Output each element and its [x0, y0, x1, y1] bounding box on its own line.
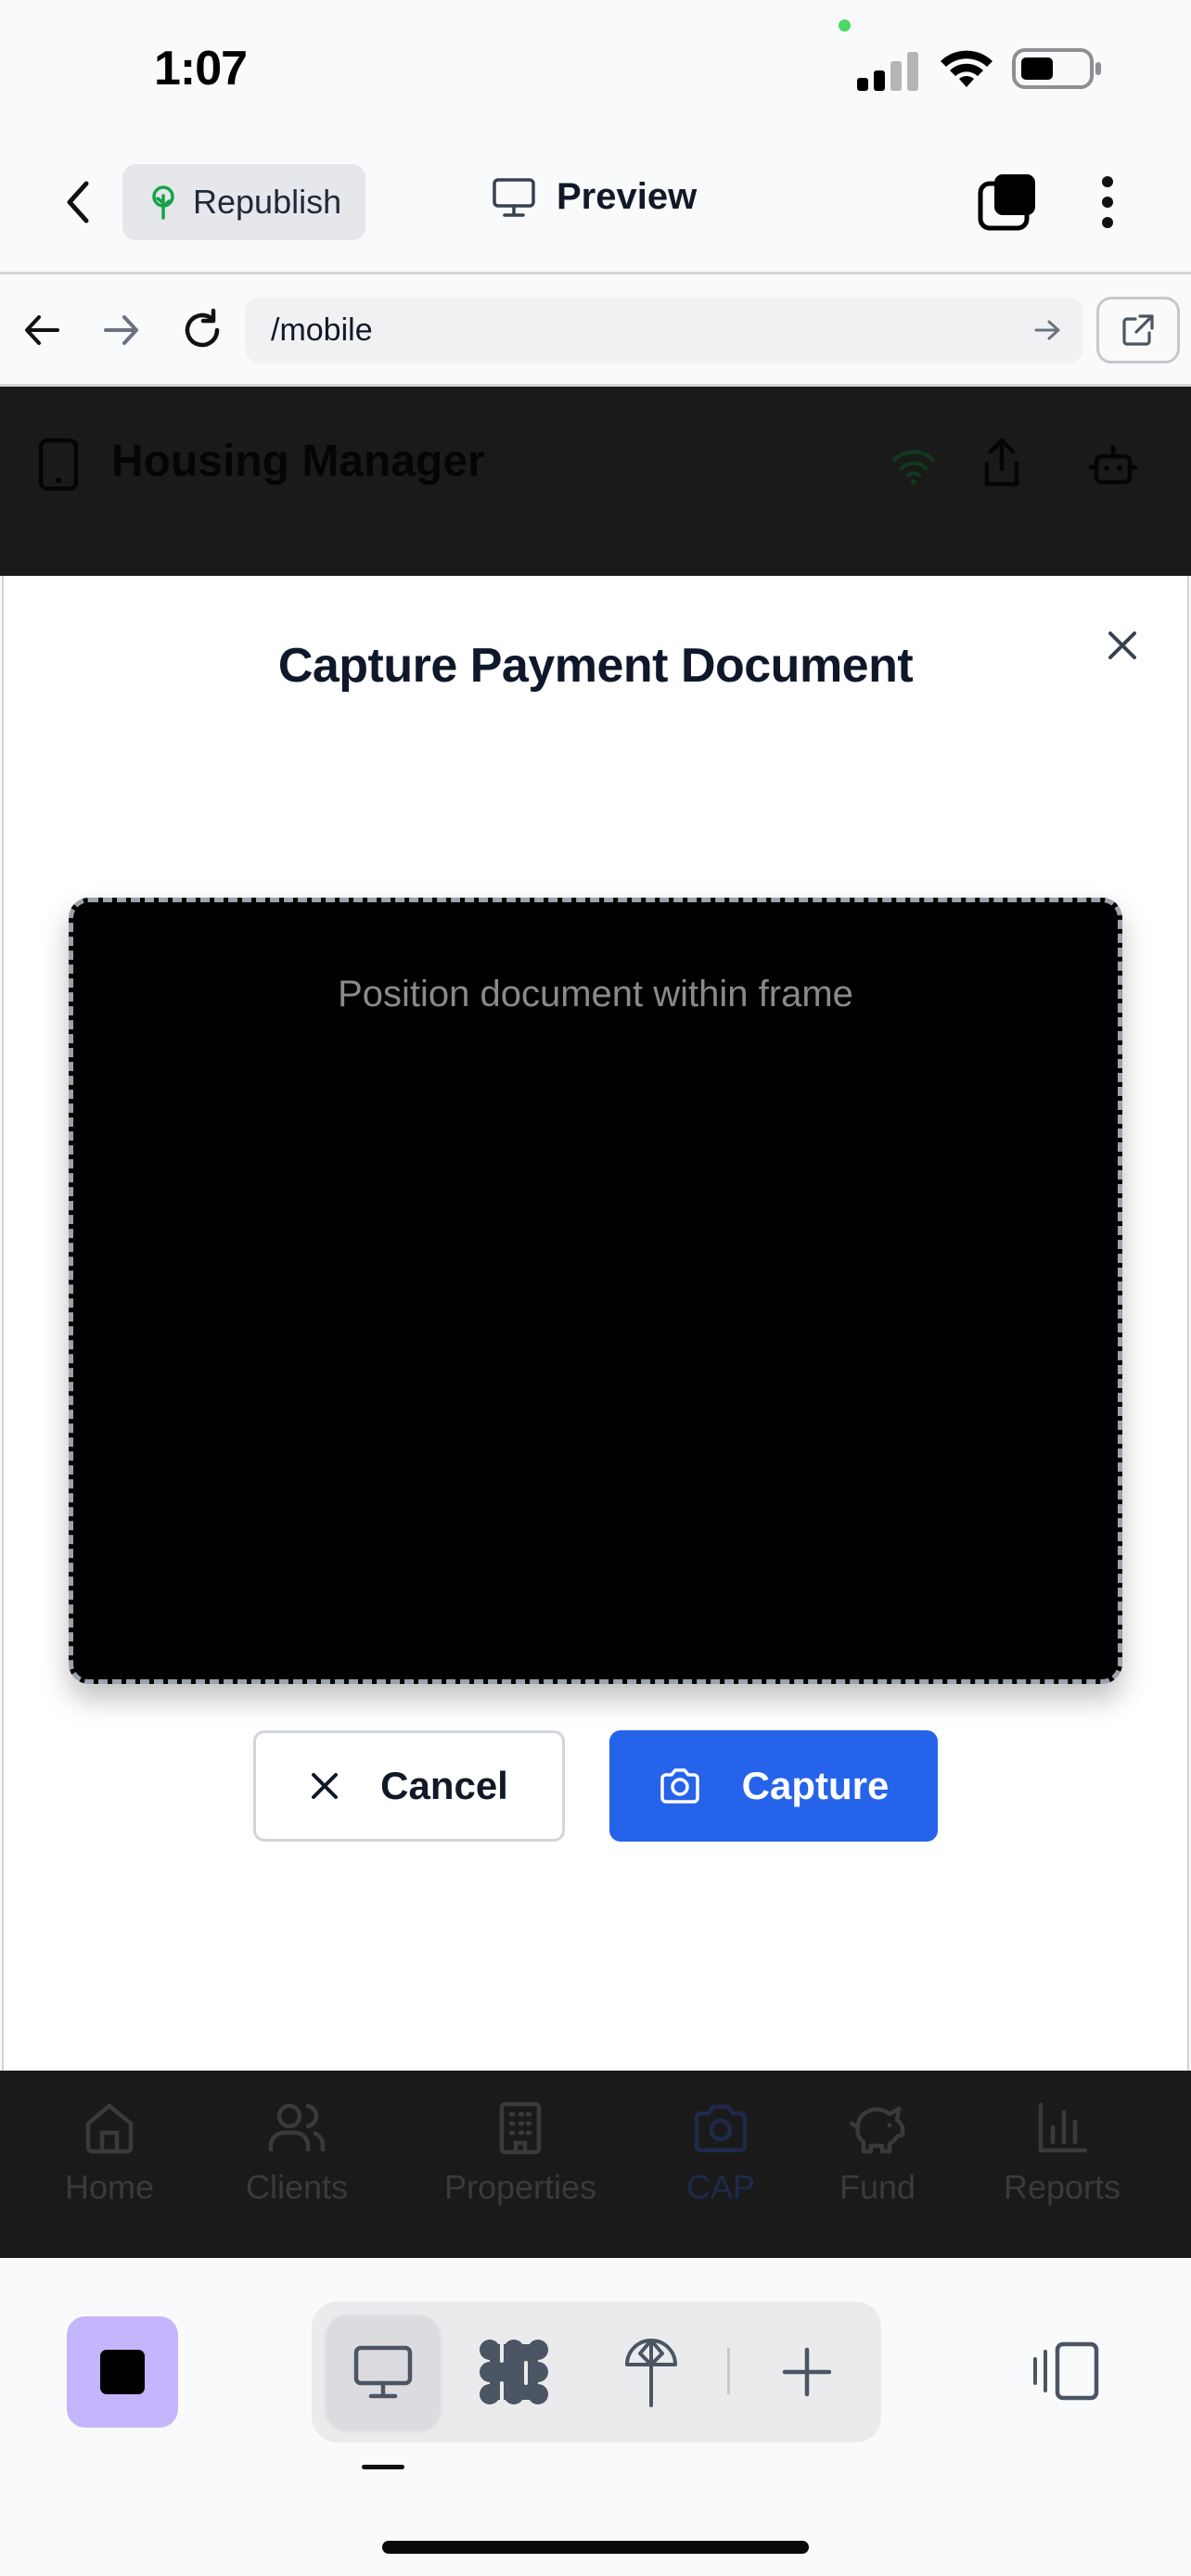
cancel-label: Cancel [380, 1764, 508, 1807]
toolbar-divider [0, 272, 1191, 274]
cancel-button[interactable]: Cancel [253, 1730, 565, 1842]
home-indicator [382, 2541, 809, 2554]
url-input[interactable]: /mobile [245, 297, 1083, 363]
components-button[interactable] [477, 2337, 551, 2407]
preview-toggle[interactable]: Preview [492, 176, 697, 218]
chevron-left-icon [67, 181, 89, 223]
add-button[interactable] [781, 2346, 833, 2398]
republish-label: Republish [193, 183, 342, 221]
nav-label-cap: CAP [685, 2168, 756, 2206]
republish-button[interactable]: Republish [122, 164, 365, 240]
modal-title: Capture Payment Document [277, 639, 914, 693]
plus-icon [782, 2347, 832, 2397]
nav-label-home: Home [64, 2168, 155, 2206]
capture-button[interactable]: Capture [609, 1730, 938, 1842]
nav-item-properties[interactable]: Properties [429, 2101, 612, 2207]
monitor-icon [493, 177, 535, 217]
app-title: Housing Manager [111, 437, 485, 486]
more-options-button[interactable] [1087, 172, 1128, 232]
nav-item-home[interactable]: Home [48, 2101, 171, 2207]
nav-label-reports: Reports [1003, 2168, 1121, 2206]
publish-tree-button[interactable] [623, 2335, 679, 2409]
battery-icon [1012, 48, 1101, 89]
wifi-icon [941, 50, 992, 87]
users-icon [268, 2103, 326, 2151]
nav-label-properties: Properties [443, 2168, 597, 2206]
url-text: /mobile [271, 312, 373, 348]
desktop-view-button[interactable] [327, 2315, 440, 2429]
capture-label: Capture [741, 1764, 890, 1807]
camera-icon [660, 1768, 699, 1804]
arrow-left-icon [25, 315, 59, 345]
device-frame-icon [1033, 2341, 1099, 2401]
device-frame-button[interactable] [1031, 2340, 1102, 2402]
arrow-right-icon [104, 315, 138, 345]
bar-chart-icon [1038, 2102, 1088, 2153]
nav-item-clients[interactable]: Clients [232, 2101, 362, 2207]
wifi-status-icon [892, 450, 935, 485]
tree-icon [625, 2339, 677, 2407]
browser-forward-button[interactable] [100, 310, 147, 351]
status-time: 1:07 [154, 42, 248, 96]
stop-icon [100, 2350, 145, 2394]
nav-item-cap[interactable]: CAP [674, 2101, 767, 2207]
tabs-button[interactable] [978, 172, 1039, 232]
home-icon [85, 2103, 134, 2154]
external-link-icon [1122, 314, 1154, 346]
smartphone-icon [38, 438, 79, 491]
back-button[interactable] [58, 176, 98, 228]
open-external-button[interactable] [1096, 297, 1180, 363]
active-tool-indicator [362, 2465, 404, 2469]
tree-icon [152, 185, 174, 220]
more-vertical-icon [1102, 176, 1113, 228]
x-icon [312, 1773, 339, 1799]
close-button[interactable] [1096, 619, 1148, 671]
preview-label: Preview [557, 176, 698, 217]
browser-back-button[interactable] [22, 310, 69, 351]
camera-icon [694, 2104, 748, 2153]
recording-indicator-dot [839, 19, 851, 32]
camera-viewfinder [69, 898, 1122, 1684]
refresh-icon [185, 308, 220, 348]
nav-item-fund[interactable]: Fund [831, 2101, 924, 2207]
close-icon [1108, 631, 1136, 659]
reload-button[interactable] [180, 308, 226, 354]
share-button[interactable] [978, 438, 1026, 490]
nav-label-fund: Fund [839, 2168, 916, 2206]
go-arrow-icon[interactable] [1033, 317, 1061, 343]
frame-hint-text: Position document within frame [338, 974, 853, 1014]
building-icon [499, 2101, 542, 2155]
nav-label-clients: Clients [245, 2168, 349, 2206]
cellular-signal-icon [857, 52, 918, 91]
stop-button[interactable] [67, 2316, 178, 2428]
tabs-stack-icon [978, 174, 1035, 231]
piggy-bank-icon [849, 2106, 905, 2154]
bot-button[interactable] [1089, 443, 1137, 488]
share-icon [984, 438, 1019, 487]
monitor-icon [353, 2345, 413, 2399]
bot-icon [1089, 444, 1137, 485]
nav-item-reports[interactable]: Reports [992, 2101, 1132, 2207]
blocks-pattern-icon [480, 2339, 548, 2405]
toolbar-separator [727, 2348, 730, 2394]
